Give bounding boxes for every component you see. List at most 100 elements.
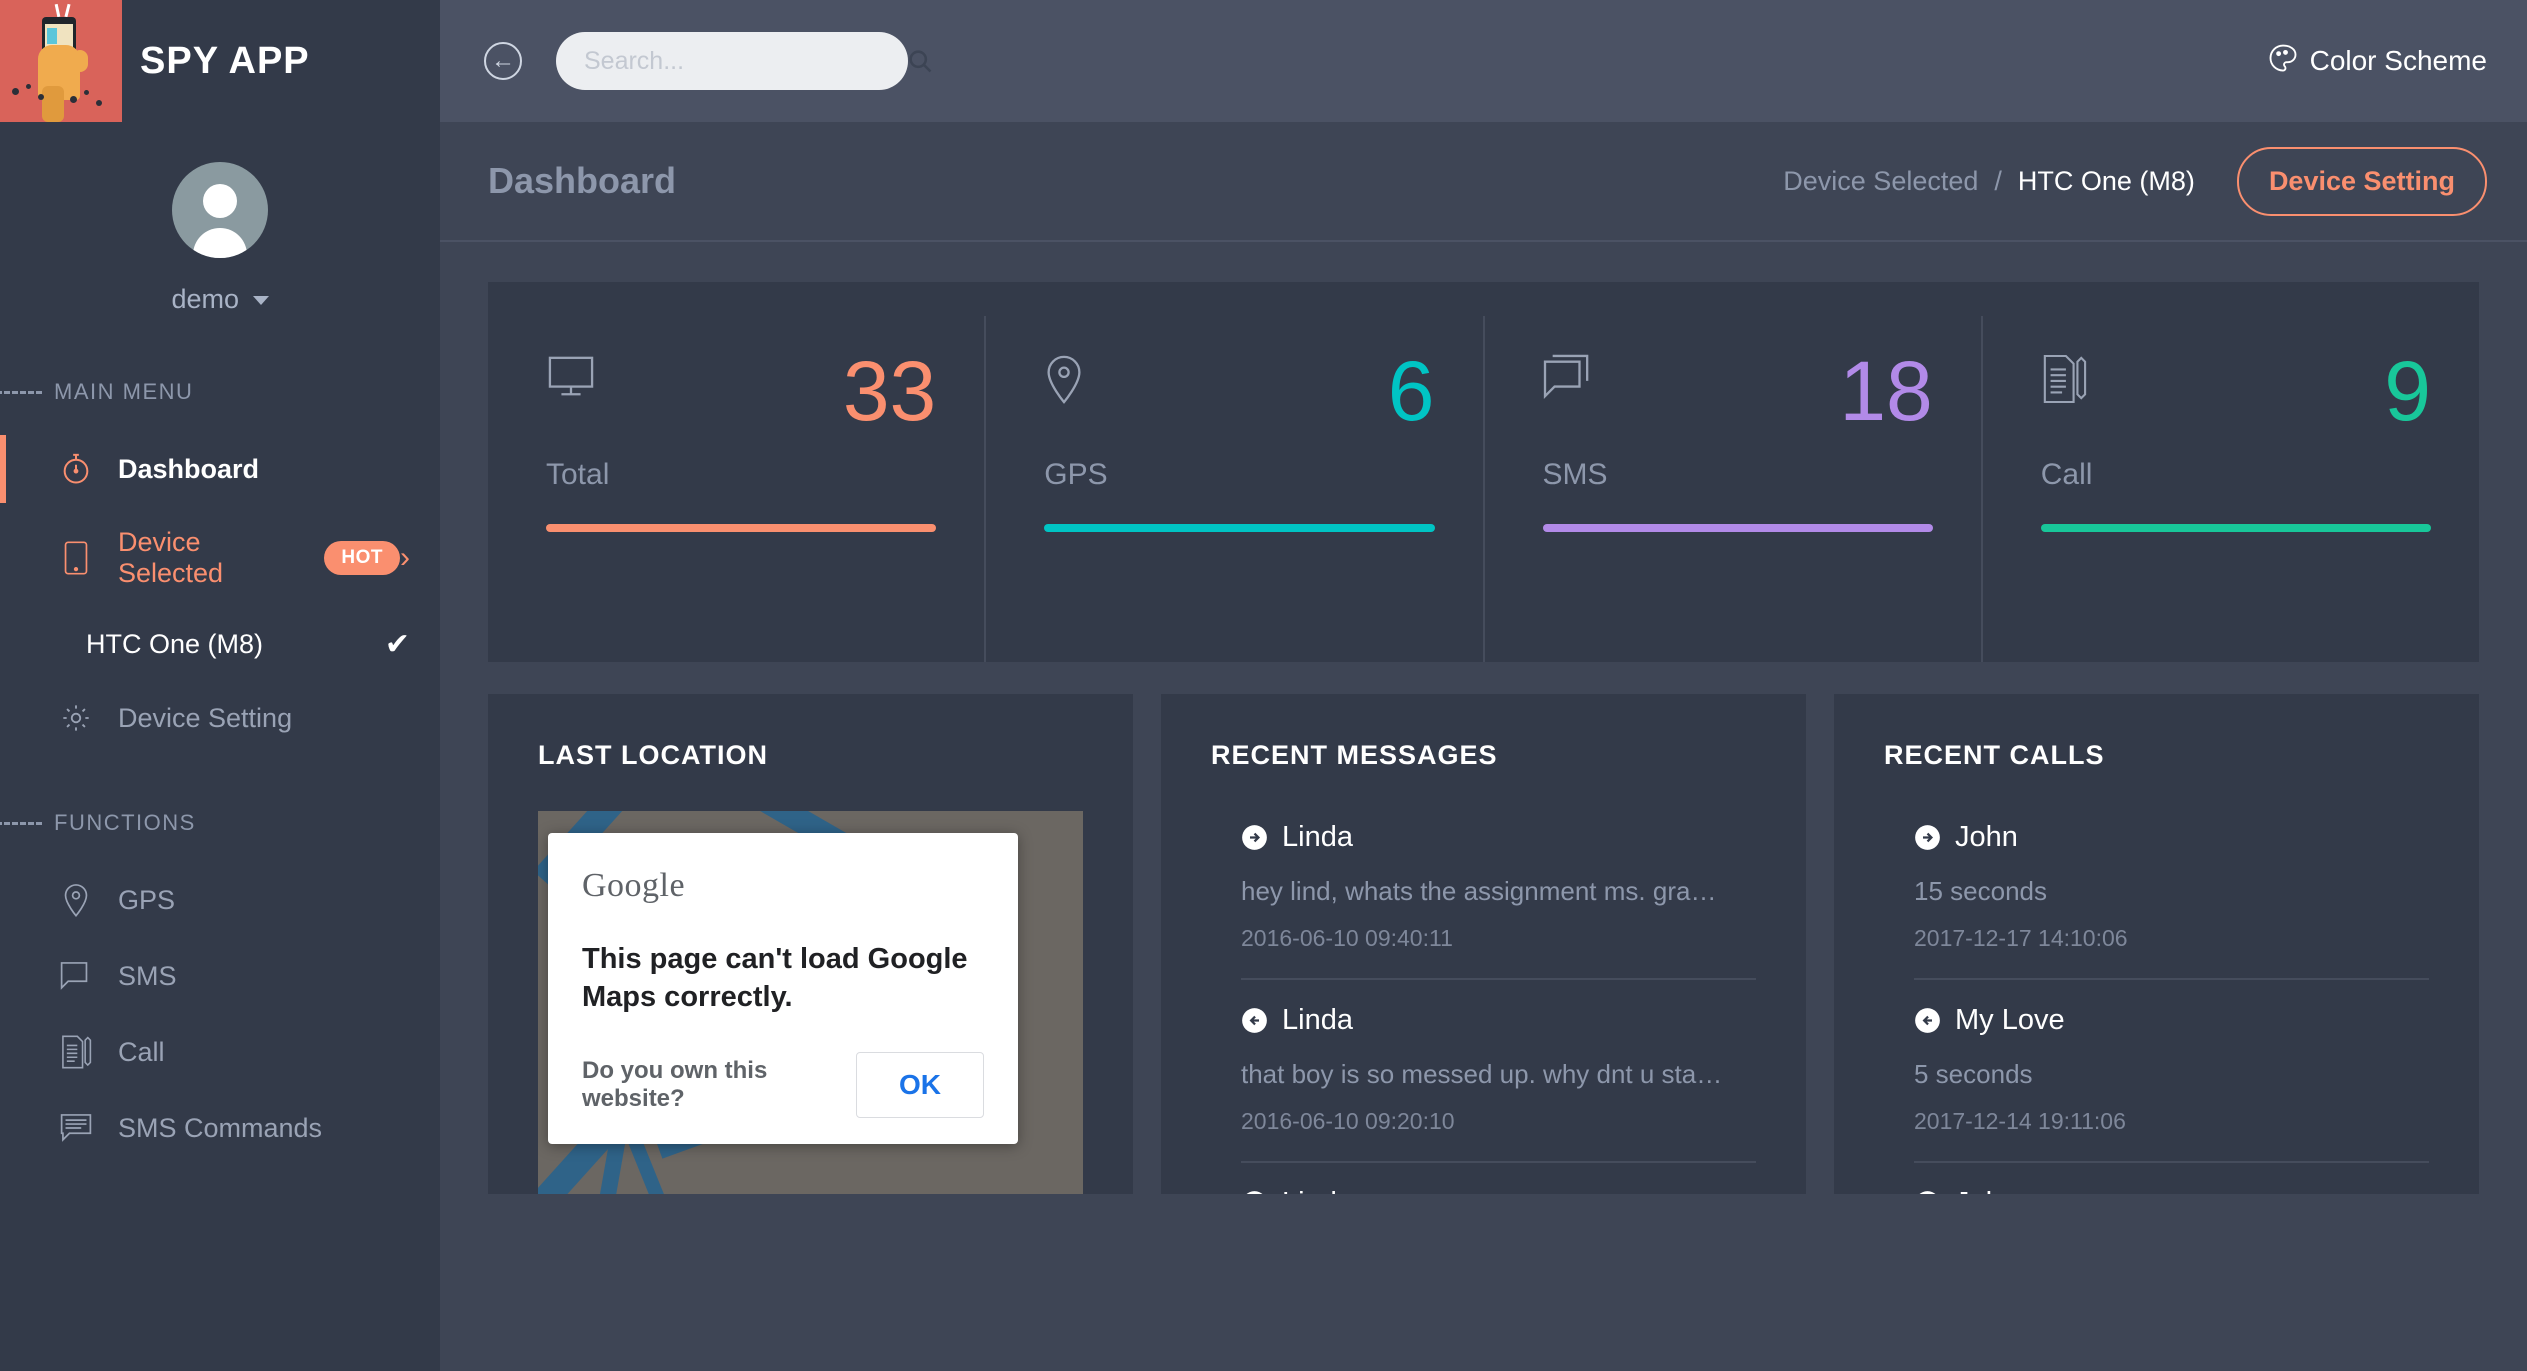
main-area: ← Color Scheme Dash bbox=[440, 0, 2527, 1371]
list-item[interactable]: Linda that boy is so messed up. why dnt … bbox=[1241, 980, 1756, 1163]
map-pin-icon bbox=[1044, 354, 1096, 406]
monitor-icon bbox=[546, 354, 598, 406]
palette-icon bbox=[2268, 43, 2298, 80]
map-canvas[interactable]: Google This page can't load Google Maps … bbox=[538, 811, 1083, 1194]
message-sender: Linda bbox=[1282, 1187, 1353, 1194]
stat-label: GPS bbox=[1044, 457, 1108, 491]
stat-value: 33 bbox=[842, 344, 937, 438]
sms-commands-icon bbox=[58, 1110, 94, 1146]
search-box[interactable] bbox=[556, 32, 932, 90]
device-setting-button[interactable]: Device Setting bbox=[2236, 146, 2487, 216]
stat-total: 33 Total bbox=[488, 316, 984, 662]
brand[interactable]: SPY APP bbox=[0, 0, 440, 122]
sidebar-item-gps[interactable]: GPS bbox=[0, 862, 440, 938]
list-item[interactable]: John 15 seconds 2017-12-17 14:10:06 bbox=[1914, 797, 2429, 980]
panel-title: RECENT MESSAGES bbox=[1211, 740, 1498, 770]
stat-value: 9 bbox=[2384, 344, 2431, 438]
hot-badge: HOT bbox=[324, 541, 400, 575]
stat-label: Call bbox=[2040, 457, 2093, 491]
sidebar-subitem-htc-one-m8[interactable]: HTC One (M8) ✔ bbox=[0, 609, 440, 680]
sidebar-item-label: SMS bbox=[118, 960, 177, 991]
list-item[interactable]: Linda Idk tbh, imma try n stay away now.… bbox=[1241, 1163, 1756, 1194]
call-log-icon bbox=[58, 1034, 94, 1070]
sidebar-item-sms-commands[interactable]: SMS Commands bbox=[0, 1090, 440, 1166]
sidebar-item-label: Device Setting bbox=[118, 702, 293, 733]
stat-label: SMS bbox=[1542, 457, 1608, 491]
calls-list: John 15 seconds 2017-12-17 14:10:06 My L… bbox=[1884, 797, 2429, 1194]
sidebar-subitem-label: HTC One (M8) bbox=[86, 629, 264, 659]
page-header: Dashboard Device Selected / HTC One (M8)… bbox=[440, 122, 2527, 242]
messages-list: Linda hey lind, whats the assignment ms.… bbox=[1211, 797, 1756, 1194]
main-menu-heading-label: MAIN MENU bbox=[54, 379, 194, 404]
stat-bar bbox=[1542, 523, 1933, 532]
panels-row: LAST LOCATION Google This page can't loa… bbox=[488, 694, 2479, 1194]
message-preview: hey lind, whats the assignment ms. gra… bbox=[1241, 876, 1717, 906]
arrow-right-circle-icon bbox=[1914, 824, 1941, 851]
panel-last-location: LAST LOCATION Google This page can't loa… bbox=[488, 694, 1133, 1194]
content: 33 Total 6 GPS 18 SMS 9 Call LAST LOCATI… bbox=[440, 242, 2527, 1371]
mobile-icon bbox=[58, 540, 94, 576]
avatar bbox=[172, 162, 268, 258]
call-log-icon bbox=[2041, 354, 2093, 406]
message-time: 2016-06-10 09:40:11 bbox=[1241, 925, 1453, 951]
arrow-right-circle-icon bbox=[1241, 824, 1268, 851]
stopwatch-icon bbox=[58, 451, 94, 487]
google-maps-error-dialog: Google This page can't load Google Maps … bbox=[548, 833, 1018, 1145]
arrow-left-circle-icon[interactable]: ← bbox=[484, 42, 522, 80]
sidebar-item-call[interactable]: Call bbox=[0, 1014, 440, 1090]
sidebar-item-device-setting[interactable]: Device Setting bbox=[0, 680, 440, 756]
page-title: Dashboard bbox=[488, 160, 677, 201]
breadcrumb-current: HTC One (M8) bbox=[2017, 165, 2195, 196]
check-icon: ✔ bbox=[384, 628, 410, 661]
sidebar-item-sms[interactable]: SMS bbox=[0, 938, 440, 1014]
sidebar-item-device-selected[interactable]: Device Selected HOT › bbox=[0, 507, 440, 609]
profile-name-row[interactable]: demo bbox=[0, 284, 440, 315]
stat-sms: 18 SMS bbox=[1482, 316, 1981, 662]
dialog-own-website-text: Do you own this website? bbox=[582, 1057, 768, 1113]
main-menu-heading: MAIN MENU bbox=[0, 325, 440, 431]
breadcrumb-separator: / bbox=[1994, 165, 2002, 196]
sidebar-item-dashboard[interactable]: Dashboard bbox=[0, 431, 440, 507]
call-contact: John bbox=[1955, 1187, 2018, 1194]
search-input[interactable] bbox=[584, 46, 906, 76]
map-pin-icon bbox=[58, 882, 94, 918]
sidebar-item-label: Call bbox=[118, 1036, 165, 1067]
stat-bar bbox=[1044, 523, 1435, 532]
arrow-right-circle-icon bbox=[1914, 1190, 1941, 1194]
sidebar-item-label: SMS Commands bbox=[118, 1112, 323, 1143]
list-item[interactable]: My Love 5 seconds 2017-12-14 19:11:06 bbox=[1914, 980, 2429, 1163]
call-duration: 5 seconds bbox=[1914, 1059, 2033, 1089]
sidebar-item-label: GPS bbox=[118, 884, 176, 915]
phone-hand-logo-icon bbox=[0, 0, 122, 122]
dialog-message: This page can't load Google Maps correct… bbox=[582, 943, 968, 1013]
list-item[interactable]: John 60 seconds 2017-12-13 12:17:06 bbox=[1914, 1163, 2429, 1194]
stat-bar bbox=[2040, 523, 2431, 532]
message-sender: Linda bbox=[1282, 1004, 1353, 1036]
sidebar: SPY APP demo MAIN MENU Dashboard Device … bbox=[0, 0, 440, 1371]
search-icon[interactable] bbox=[906, 47, 934, 75]
arrow-left-circle-icon bbox=[1241, 1007, 1268, 1034]
profile-block[interactable]: demo bbox=[0, 122, 440, 325]
call-time: 2017-12-14 19:11:06 bbox=[1914, 1108, 2126, 1134]
dialog-ok-button[interactable]: OK bbox=[856, 1052, 984, 1119]
color-scheme-label: Color Scheme bbox=[2309, 45, 2487, 76]
stats-card: 33 Total 6 GPS 18 SMS 9 Call bbox=[488, 282, 2479, 662]
call-time: 2017-12-17 14:10:06 bbox=[1914, 925, 2128, 951]
heading-dashes bbox=[0, 821, 42, 825]
sidebar-item-label: Device Selected bbox=[118, 527, 224, 588]
stat-bar bbox=[546, 523, 937, 532]
arrow-right-circle-icon bbox=[1241, 1190, 1268, 1194]
sidebar-item-label: Dashboard bbox=[118, 453, 260, 484]
panel-recent-calls: RECENT CALLS John 15 seconds 2017-12-17 … bbox=[1834, 694, 2479, 1194]
breadcrumb-parent[interactable]: Device Selected bbox=[1783, 166, 1978, 197]
heading-dashes bbox=[0, 390, 42, 394]
brand-title: SPY APP bbox=[140, 39, 310, 82]
topbar: ← Color Scheme bbox=[440, 0, 2527, 122]
breadcrumb: Device Selected / HTC One (M8) Device Se… bbox=[1783, 146, 2487, 216]
call-contact: My Love bbox=[1955, 1004, 2065, 1036]
functions-heading: FUNCTIONS bbox=[0, 756, 440, 862]
chat-bubble-icon bbox=[58, 958, 94, 994]
list-item[interactable]: Linda hey lind, whats the assignment ms.… bbox=[1241, 797, 1756, 980]
chevron-right-icon: › bbox=[400, 541, 410, 574]
color-scheme-button[interactable]: Color Scheme bbox=[2268, 43, 2487, 80]
